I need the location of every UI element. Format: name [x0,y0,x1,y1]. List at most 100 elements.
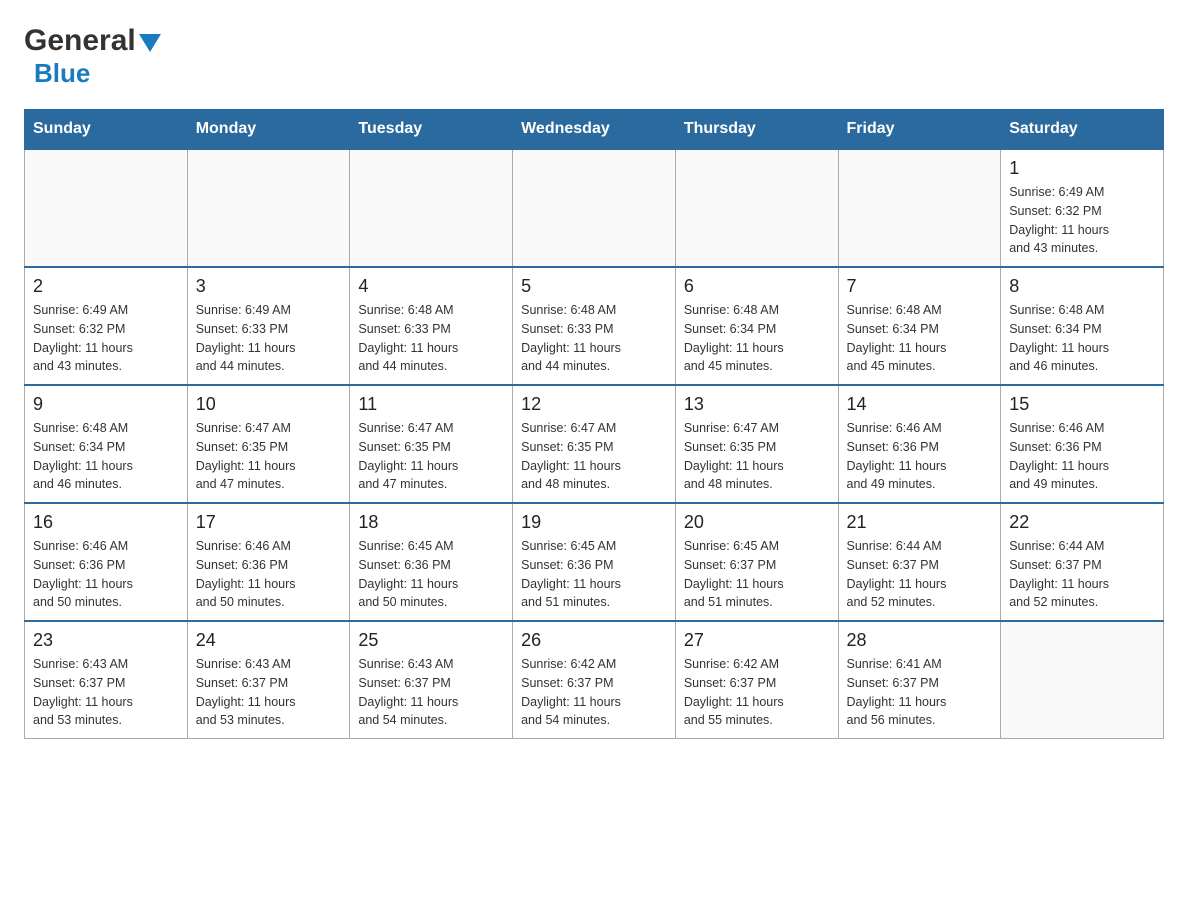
day-number: 20 [684,512,830,533]
day-number: 23 [33,630,179,651]
day-number: 12 [521,394,667,415]
day-number: 21 [847,512,993,533]
day-info: Sunrise: 6:49 AM Sunset: 6:32 PM Dayligh… [33,301,179,376]
day-info: Sunrise: 6:49 AM Sunset: 6:33 PM Dayligh… [196,301,342,376]
day-number: 1 [1009,158,1155,179]
day-number: 8 [1009,276,1155,297]
calendar-cell: 20 Sunrise: 6:45 AM Sunset: 6:37 PM Dayli… [675,503,838,621]
calendar-cell: 13Sunrise: 6:47 AM Sunset: 6:35 PM Dayli… [675,385,838,503]
calendar-week-row: 23 Sunrise: 6:43 AM Sunset: 6:37 PM Dayli… [25,621,1164,739]
day-info: Sunrise: 6:47 AM Sunset: 6:35 PM Dayligh… [684,419,830,494]
calendar-cell: 10Sunrise: 6:47 AM Sunset: 6:35 PM Dayli… [187,385,350,503]
calendar-cell: 1 Sunrise: 6:49 AM Sunset: 6:32 PM Daylig… [1001,149,1164,267]
day-info: Sunrise: 6:45 AM Sunset: 6:36 PM Dayligh… [358,537,504,612]
day-info: Sunrise: 6:48 AM Sunset: 6:34 PM Dayligh… [33,419,179,494]
calendar-cell: 28 Sunrise: 6:41 AM Sunset: 6:37 PM Dayli… [838,621,1001,739]
day-number: 27 [684,630,830,651]
day-number: 16 [33,512,179,533]
calendar-cell: 14 Sunrise: 6:46 AM Sunset: 6:36 PM Dayli… [838,385,1001,503]
calendar-week-row: 9 Sunrise: 6:48 AM Sunset: 6:34 PM Daylig… [25,385,1164,503]
day-number: 15 [1009,394,1155,415]
day-info: Sunrise: 6:43 AM Sunset: 6:37 PM Dayligh… [196,655,342,730]
calendar-cell: 24 Sunrise: 6:43 AM Sunset: 6:37 PM Dayli… [187,621,350,739]
calendar-week-row: 1 Sunrise: 6:49 AM Sunset: 6:32 PM Daylig… [25,149,1164,267]
day-number: 22 [1009,512,1155,533]
calendar-day-header: Sunday [25,110,188,150]
day-number: 4 [358,276,504,297]
calendar-cell: 18 Sunrise: 6:45 AM Sunset: 6:36 PM Dayli… [350,503,513,621]
day-info: Sunrise: 6:44 AM Sunset: 6:37 PM Dayligh… [847,537,993,612]
calendar-day-header: Wednesday [513,110,676,150]
day-info: Sunrise: 6:44 AM Sunset: 6:37 PM Dayligh… [1009,537,1155,612]
calendar-day-header: Tuesday [350,110,513,150]
day-number: 14 [847,394,993,415]
day-number: 28 [847,630,993,651]
logo-general-text: General [24,24,136,58]
day-number: 26 [521,630,667,651]
day-number: 5 [521,276,667,297]
day-info: Sunrise: 6:41 AM Sunset: 6:37 PM Dayligh… [847,655,993,730]
day-info: Sunrise: 6:48 AM Sunset: 6:33 PM Dayligh… [521,301,667,376]
calendar-cell: 15 Sunrise: 6:46 AM Sunset: 6:36 PM Dayli… [1001,385,1164,503]
day-number: 3 [196,276,342,297]
day-number: 17 [196,512,342,533]
day-info: Sunrise: 6:42 AM Sunset: 6:37 PM Dayligh… [521,655,667,730]
calendar-cell: 16 Sunrise: 6:46 AM Sunset: 6:36 PM Dayli… [25,503,188,621]
calendar-cell: 4 Sunrise: 6:48 AM Sunset: 6:33 PM Daylig… [350,267,513,385]
calendar-cell: 17 Sunrise: 6:46 AM Sunset: 6:36 PM Dayli… [187,503,350,621]
calendar-cell: 23 Sunrise: 6:43 AM Sunset: 6:37 PM Dayli… [25,621,188,739]
day-info: Sunrise: 6:49 AM Sunset: 6:32 PM Dayligh… [1009,183,1155,258]
calendar-day-header: Thursday [675,110,838,150]
day-number: 9 [33,394,179,415]
calendar-cell: 26 Sunrise: 6:42 AM Sunset: 6:37 PM Dayli… [513,621,676,739]
calendar-cell [675,149,838,267]
day-number: 24 [196,630,342,651]
day-info: Sunrise: 6:47 AM Sunset: 6:35 PM Dayligh… [521,419,667,494]
calendar-day-header: Saturday [1001,110,1164,150]
calendar-header-row: SundayMondayTuesdayWednesdayThursdayFrid… [25,110,1164,150]
day-number: 6 [684,276,830,297]
calendar-cell: 21 Sunrise: 6:44 AM Sunset: 6:37 PM Dayli… [838,503,1001,621]
day-info: Sunrise: 6:46 AM Sunset: 6:36 PM Dayligh… [847,419,993,494]
day-info: Sunrise: 6:45 AM Sunset: 6:37 PM Dayligh… [684,537,830,612]
day-info: Sunrise: 6:42 AM Sunset: 6:37 PM Dayligh… [684,655,830,730]
day-info: Sunrise: 6:48 AM Sunset: 6:33 PM Dayligh… [358,301,504,376]
calendar-cell: 27 Sunrise: 6:42 AM Sunset: 6:37 PM Dayli… [675,621,838,739]
day-info: Sunrise: 6:43 AM Sunset: 6:37 PM Dayligh… [33,655,179,730]
logo-blue-text: Blue [34,58,90,88]
day-number: 7 [847,276,993,297]
day-info: Sunrise: 6:48 AM Sunset: 6:34 PM Dayligh… [847,301,993,376]
calendar-cell [350,149,513,267]
calendar-cell [513,149,676,267]
calendar-cell: 5 Sunrise: 6:48 AM Sunset: 6:33 PM Daylig… [513,267,676,385]
day-info: Sunrise: 6:46 AM Sunset: 6:36 PM Dayligh… [196,537,342,612]
logo: General Blue [24,24,161,89]
calendar-cell: 6 Sunrise: 6:48 AM Sunset: 6:34 PM Daylig… [675,267,838,385]
calendar-cell: 8 Sunrise: 6:48 AM Sunset: 6:34 PM Daylig… [1001,267,1164,385]
page-header: General Blue [24,24,1164,89]
calendar-cell: 3 Sunrise: 6:49 AM Sunset: 6:33 PM Daylig… [187,267,350,385]
day-info: Sunrise: 6:48 AM Sunset: 6:34 PM Dayligh… [684,301,830,376]
day-info: Sunrise: 6:48 AM Sunset: 6:34 PM Dayligh… [1009,301,1155,376]
day-info: Sunrise: 6:46 AM Sunset: 6:36 PM Dayligh… [33,537,179,612]
calendar-day-header: Friday [838,110,1001,150]
day-number: 10 [196,394,342,415]
calendar-cell: 25 Sunrise: 6:43 AM Sunset: 6:37 PM Dayli… [350,621,513,739]
day-number: 19 [521,512,667,533]
day-number: 11 [358,394,504,415]
day-info: Sunrise: 6:43 AM Sunset: 6:37 PM Dayligh… [358,655,504,730]
calendar-cell: 7 Sunrise: 6:48 AM Sunset: 6:34 PM Daylig… [838,267,1001,385]
day-info: Sunrise: 6:45 AM Sunset: 6:36 PM Dayligh… [521,537,667,612]
calendar-cell [1001,621,1164,739]
day-number: 18 [358,512,504,533]
calendar-cell: 19 Sunrise: 6:45 AM Sunset: 6:36 PM Dayli… [513,503,676,621]
calendar-cell: 12 Sunrise: 6:47 AM Sunset: 6:35 PM Dayli… [513,385,676,503]
day-number: 25 [358,630,504,651]
day-info: Sunrise: 6:47 AM Sunset: 6:35 PM Dayligh… [358,419,504,494]
calendar-week-row: 16 Sunrise: 6:46 AM Sunset: 6:36 PM Dayli… [25,503,1164,621]
day-number: 2 [33,276,179,297]
calendar-cell [838,149,1001,267]
calendar-week-row: 2 Sunrise: 6:49 AM Sunset: 6:32 PM Daylig… [25,267,1164,385]
day-info: Sunrise: 6:46 AM Sunset: 6:36 PM Dayligh… [1009,419,1155,494]
calendar-cell: 2 Sunrise: 6:49 AM Sunset: 6:32 PM Daylig… [25,267,188,385]
